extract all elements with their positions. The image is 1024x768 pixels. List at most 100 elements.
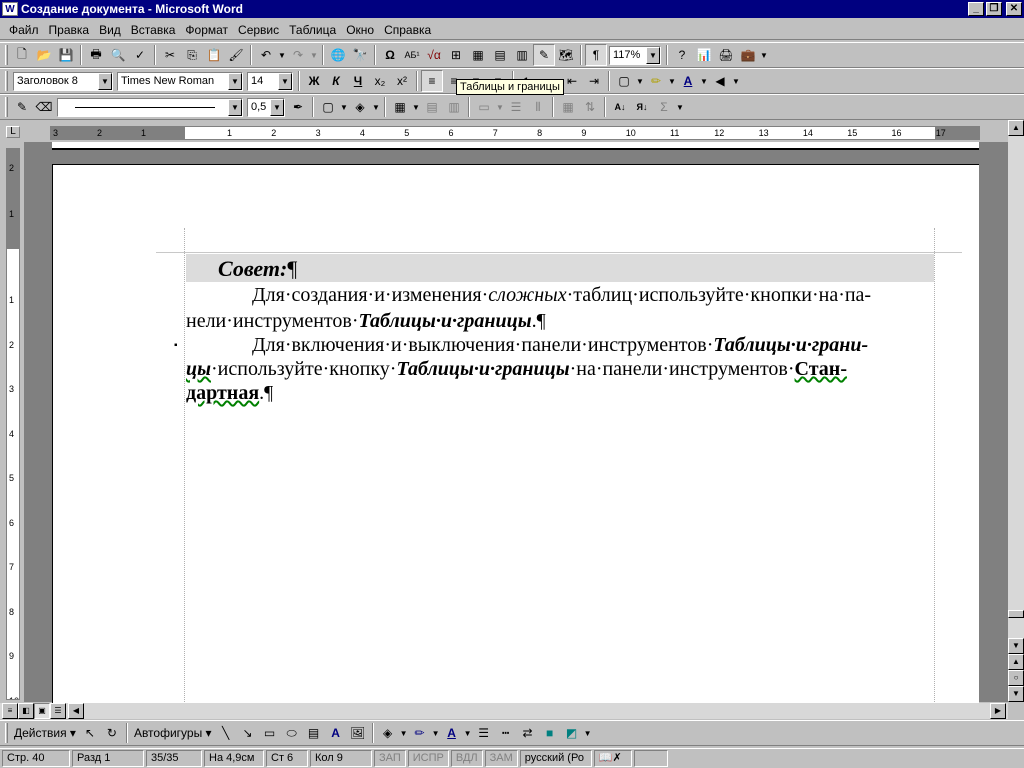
vertical-scrollbar[interactable]: ▲ ▼ ▲ ○ ▼	[1008, 120, 1024, 702]
menu-file[interactable]: Файл	[4, 23, 44, 37]
line-style-icon[interactable]: ☰	[473, 722, 495, 744]
menu-table[interactable]: Таблица	[284, 23, 341, 37]
select-browse-object-button[interactable]: ○	[1008, 670, 1024, 686]
line-icon[interactable]: ╲	[215, 722, 237, 744]
arrow-style-icon[interactable]: ⇄	[517, 722, 539, 744]
status-overtype[interactable]: ЗАМ	[484, 750, 518, 767]
columns-icon[interactable]: ▥	[511, 44, 533, 66]
font-combo[interactable]: Times New Roman ▼	[117, 71, 243, 91]
font-color-dropdown-icon[interactable]: ▼	[699, 77, 709, 86]
decrease-indent-icon[interactable]: ⇤	[561, 70, 583, 92]
autosum-icon[interactable]: Σ	[653, 96, 675, 118]
line-style-combo[interactable]: ▼	[57, 97, 243, 117]
find-icon[interactable]: 🔭	[349, 44, 371, 66]
document-map-icon[interactable]: 🗺	[555, 44, 577, 66]
text-direction-icon[interactable]: ◀	[709, 70, 731, 92]
undo-icon[interactable]: ↶	[255, 44, 277, 66]
symbol-omega-icon[interactable]: Ω	[379, 44, 401, 66]
format-painter-icon[interactable]: 🖌	[225, 44, 247, 66]
style-combo[interactable]: Заголовок 8 ▼	[13, 71, 113, 91]
chevron-down-icon[interactable]: ▼	[646, 46, 660, 64]
save-icon[interactable]: 💾	[55, 44, 77, 66]
chart-icon[interactable]: 📊	[693, 44, 715, 66]
oval-icon[interactable]: ⬭	[281, 722, 303, 744]
shadow-icon[interactable]: ■	[539, 722, 561, 744]
outline-view-icon[interactable]: ☰	[50, 703, 66, 719]
status-rec[interactable]: ЗАП	[374, 750, 406, 767]
insert-table-dropdown-icon[interactable]: ▼	[411, 103, 421, 112]
chevron-down-icon[interactable]: ▼	[98, 72, 112, 90]
subscript-icon[interactable]: x₂	[369, 70, 391, 92]
toolbar-options-icon[interactable]: ▼	[583, 729, 593, 738]
free-rotate-icon[interactable]: ↻	[101, 722, 123, 744]
drawing-icon[interactable]: ✎	[533, 44, 555, 66]
insert-table-icon[interactable]: ▦	[467, 44, 489, 66]
hyperlink-icon[interactable]: 🌐	[327, 44, 349, 66]
border-icon[interactable]: ▢	[613, 70, 635, 92]
align-cell-dropdown-icon[interactable]: ▼	[495, 103, 505, 112]
clip-art-icon[interactable]: 🖼	[347, 722, 369, 744]
scroll-down-button[interactable]: ▼	[1008, 638, 1024, 654]
border-dropdown-icon[interactable]: ▼	[635, 77, 645, 86]
split-cells-icon[interactable]: ▥	[443, 96, 465, 118]
autocorrect-icon[interactable]: AБ¹	[401, 44, 423, 66]
menu-edit[interactable]: Правка	[44, 23, 95, 37]
status-track-changes[interactable]: ИСПР	[407, 750, 449, 767]
redo-dropdown-icon[interactable]: ▼	[309, 51, 319, 60]
menu-view[interactable]: Вид	[94, 23, 126, 37]
print-layout-view-icon[interactable]: ▣	[34, 703, 50, 719]
menu-tools[interactable]: Сервис	[233, 23, 284, 37]
select-objects-icon[interactable]: ↖	[79, 722, 101, 744]
tab-selector[interactable]: L	[6, 126, 20, 138]
wordart-icon[interactable]: A	[325, 722, 347, 744]
scroll-right-button[interactable]: ▶	[990, 703, 1006, 719]
outside-border-dropdown-icon[interactable]: ▼	[339, 103, 349, 112]
spelling-status-icon[interactable]: 📖✗	[593, 750, 632, 767]
status-language[interactable]: русский (Ро	[519, 750, 592, 767]
tables-borders-icon[interactable]: ⊞	[445, 44, 467, 66]
shading-color-icon[interactable]: ◈	[349, 96, 371, 118]
copy-icon[interactable]: ⎘	[181, 44, 203, 66]
font-color-dropdown-icon[interactable]: ▼	[463, 729, 473, 738]
underline-button[interactable]: Ч	[347, 70, 369, 92]
fill-color-dropdown-icon[interactable]: ▼	[399, 729, 409, 738]
increase-indent-icon[interactable]: ⇥	[583, 70, 605, 92]
chevron-down-icon[interactable]: ▼	[228, 98, 242, 116]
text-direction-icon[interactable]: ⇅	[579, 96, 601, 118]
shading-dropdown-icon[interactable]: ▼	[371, 103, 381, 112]
menu-window[interactable]: Окно	[341, 23, 379, 37]
sort-ascending-icon[interactable]: А↓	[609, 96, 631, 118]
undo-dropdown-icon[interactable]: ▼	[277, 51, 287, 60]
toolbar-options-icon[interactable]: ▼	[731, 77, 741, 86]
line-color-icon[interactable]: ✏	[409, 722, 431, 744]
font-size-combo[interactable]: 14 ▼	[247, 71, 293, 91]
document-page[interactable]	[52, 164, 979, 704]
outside-border-icon[interactable]: ▢	[317, 96, 339, 118]
minimize-button[interactable]: _	[968, 2, 984, 16]
close-button[interactable]: ✕	[1006, 2, 1022, 16]
align-cell-icon[interactable]: ▭	[473, 96, 495, 118]
vertical-ruler[interactable]: 2 1 1 2 3 4 5 6 7 8 9 10	[6, 148, 20, 700]
superscript-icon[interactable]: x²	[391, 70, 413, 92]
dash-style-icon[interactable]: ┅	[495, 722, 517, 744]
text-box-icon[interactable]: ▤	[303, 722, 325, 744]
menu-help[interactable]: Справка	[379, 23, 436, 37]
scroll-up-button[interactable]: ▲	[1008, 120, 1024, 136]
actions-menu[interactable]: Действия ▾	[11, 722, 79, 744]
fill-color-icon[interactable]: ◈	[377, 722, 399, 744]
web-layout-view-icon[interactable]: ◧	[18, 703, 34, 719]
autoshapes-menu[interactable]: Автофигуры ▾	[131, 722, 215, 744]
cut-icon[interactable]: ✂	[159, 44, 181, 66]
insert-table-icon[interactable]: ▦	[389, 96, 411, 118]
word-app-icon[interactable]: W	[2, 2, 18, 16]
line-color-dropdown-icon[interactable]: ▼	[431, 729, 441, 738]
new-document-icon[interactable]: 🗋	[11, 44, 33, 66]
previous-page-button[interactable]: ▲	[1008, 654, 1024, 670]
highlight-dropdown-icon[interactable]: ▼	[667, 77, 677, 86]
normal-view-icon[interactable]: ≡	[2, 703, 18, 719]
draw-table-pencil-icon[interactable]: ✎	[11, 96, 33, 118]
printer-icon[interactable]: 🖨	[715, 44, 737, 66]
open-folder-icon[interactable]: 📂	[33, 44, 55, 66]
toolbar-options-icon[interactable]: ▼	[675, 103, 685, 112]
rectangle-icon[interactable]: ▭	[259, 722, 281, 744]
